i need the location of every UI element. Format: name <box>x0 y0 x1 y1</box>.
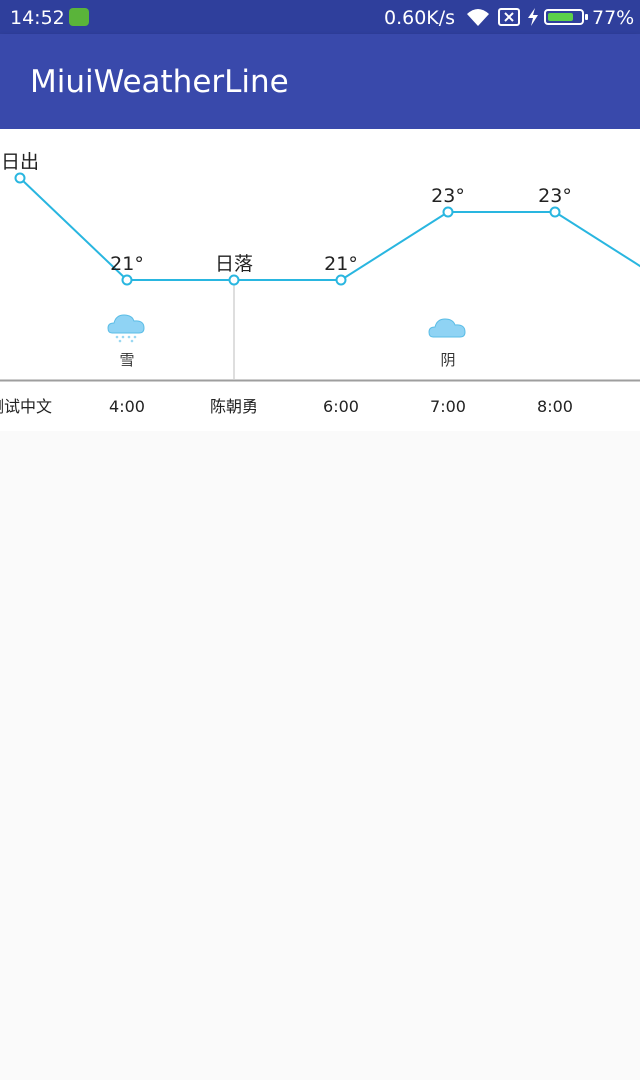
time-label: 4:00 <box>109 397 145 416</box>
status-bar: 14:52 0.60K/s 77% <box>0 0 640 34</box>
wifi-icon <box>467 9 489 26</box>
weather-line-chart[interactable]: 日出测试中文 21° 4:00 雪 日落陈朝勇 21° 6:00 23° 7:00 阴 23° 8:0… <box>0 129 640 431</box>
battery-icon <box>544 9 588 25</box>
data-point <box>549 206 561 218</box>
cloudy-icon <box>428 318 466 338</box>
weather-label: 阴 <box>440 351 455 369</box>
battery-percent: 77% <box>592 7 635 29</box>
app-title: MiuiWeatherLine <box>30 64 289 100</box>
data-point <box>14 172 26 184</box>
point-label: 日落 <box>215 253 253 275</box>
data-point <box>228 274 240 286</box>
point-label: 21° <box>110 253 144 275</box>
time-label: 7:00 <box>430 397 466 416</box>
snow-cloud-icon <box>107 314 145 343</box>
app-notification-icon <box>69 8 89 26</box>
time-label: 测试中文 <box>0 397 52 416</box>
charging-icon <box>528 8 538 26</box>
point-label: 23° <box>431 185 465 207</box>
point-label: 23° <box>538 185 572 207</box>
network-speed: 0.60K/s <box>384 7 456 29</box>
data-point <box>335 274 347 286</box>
data-point <box>121 274 133 286</box>
point-label: 21° <box>324 253 358 275</box>
time-label: 6:00 <box>323 397 359 416</box>
time-label: 8:00 <box>537 397 573 416</box>
no-sim-icon <box>498 8 520 26</box>
time-label: 陈朝勇 <box>210 397 258 416</box>
weather-label: 雪 <box>119 351 134 369</box>
data-point <box>442 206 454 218</box>
battery-level <box>548 13 573 21</box>
clock: 14:52 <box>10 7 65 29</box>
point-label: 日出 <box>1 151 39 173</box>
app-toolbar: MiuiWeatherLine <box>0 34 640 129</box>
